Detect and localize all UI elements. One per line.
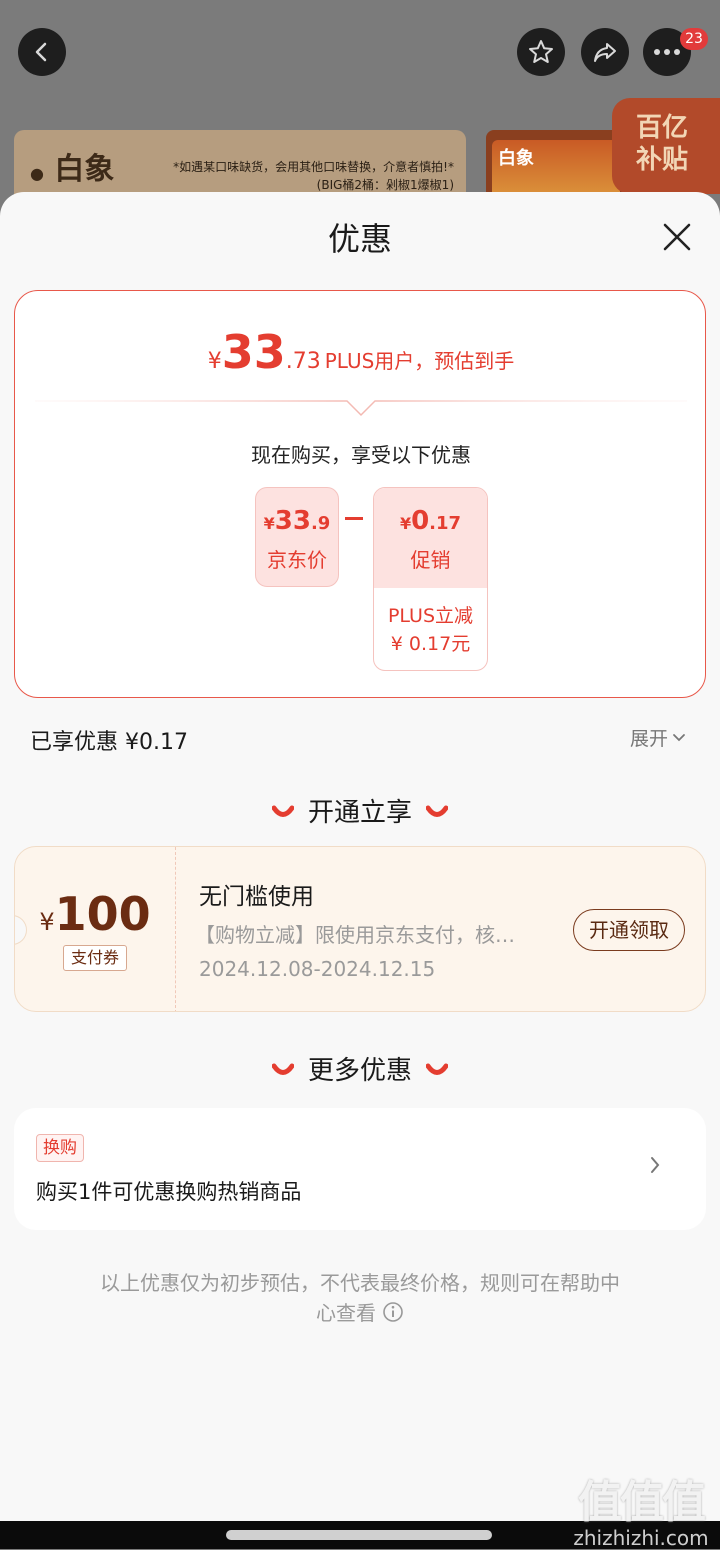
coupon-description: 【购物立减】限使用京东支付，核…	[195, 923, 515, 947]
favorite-button[interactable]	[517, 28, 565, 76]
coupon-amount: ¥100	[39, 887, 151, 941]
open-section-header: 开通立享	[0, 792, 720, 829]
enjoyed-discount: 已享优惠 ¥0.17	[30, 730, 188, 755]
subsidy-badge: 百亿 补贴	[612, 98, 720, 194]
info-icon[interactable]	[382, 1301, 404, 1323]
banner-note: *如遇某口味缺货，会用其他口味替换，介意者慎拍!* (BIG桶2桶：剁椒1爆椒1…	[173, 160, 454, 192]
jd-price-box: ¥33.9 京东价	[255, 487, 339, 587]
back-button[interactable]	[18, 28, 66, 76]
payment-coupon-card: ¥100 支付券 无门槛使用 【购物立减】限使用京东支付，核… 2024.12.…	[14, 846, 706, 1012]
smile-decor-icon	[426, 1063, 448, 1075]
close-icon	[663, 223, 691, 251]
smile-decor-icon	[271, 805, 294, 817]
promo-label: 促销	[410, 548, 451, 572]
trade-in-offer[interactable]: 换购 购买1件可优惠换购热销商品	[14, 1108, 706, 1230]
notification-badge: 23	[680, 28, 708, 50]
share-button[interactable]	[581, 28, 629, 76]
price-summary-card: ¥33.73 PLUS用户，预估到手 现在购买，享受以下优惠 ¥33.9 京东价 …	[14, 290, 706, 698]
claim-coupon-button[interactable]: 开通领取	[573, 909, 685, 951]
trade-in-tag: 换购	[36, 1134, 84, 1162]
coupon-type-tag: 支付券	[63, 945, 127, 971]
chevron-left-icon	[35, 42, 47, 62]
buy-now-text: 现在购买，享受以下优惠	[251, 443, 471, 467]
home-indicator[interactable]	[226, 1530, 492, 1540]
close-button[interactable]	[658, 218, 696, 256]
smile-decor-icon	[271, 1063, 294, 1075]
discount-sheet: 优惠 ¥33.73 PLUS用户，预估到手 现在购买，享受以下优惠 ¥33.9 京…	[0, 192, 720, 1521]
disclaimer: 以上优惠仅为初步预估，不代表最终价格，规则可在帮助中 心查看	[100, 1271, 620, 1325]
chevron-right-icon	[651, 1157, 660, 1173]
trade-in-text: 购买1件可优惠换购热销商品	[36, 1180, 302, 1204]
estimated-price: ¥33.73 PLUS用户，预估到手	[207, 325, 515, 379]
promo-detail: PLUS立减 ¥ 0.17元	[387, 605, 474, 655]
chevron-down-icon	[673, 733, 685, 741]
coupon-title: 无门槛使用	[199, 884, 314, 910]
coupon-date-range: 2024.12.08-2024.12.15	[199, 957, 436, 981]
divider-notch	[35, 400, 687, 417]
promo-box: ¥0.17 促销 PLUS立减 ¥ 0.17元	[373, 487, 488, 671]
ellipsis-icon	[654, 49, 680, 55]
more-section-header: 更多优惠	[0, 1050, 720, 1087]
watermark: 值值值 zhizhizhi.com	[573, 1477, 709, 1550]
minus-sign	[345, 517, 363, 520]
share-icon	[594, 43, 616, 62]
star-icon	[529, 40, 553, 63]
expand-toggle[interactable]: 展开	[630, 724, 686, 751]
sheet-title: 优惠	[327, 220, 392, 258]
smile-decor-icon	[426, 805, 448, 817]
jd-price-label: 京东价	[267, 548, 327, 572]
